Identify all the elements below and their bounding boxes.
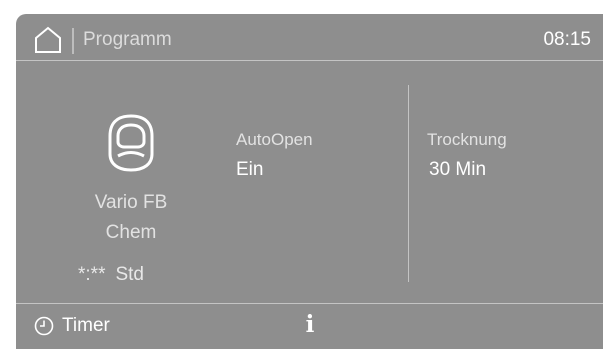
autoopen-value[interactable]: Ein: [236, 159, 263, 181]
mask-icon: [108, 114, 154, 172]
home-icon: [35, 26, 61, 53]
column-divider: [408, 85, 409, 282]
clock-icon: [34, 316, 54, 336]
program-name-line1: Vario FB: [94, 192, 168, 213]
drying-value[interactable]: 30 Min: [429, 159, 486, 181]
info-button[interactable]: i: [301, 312, 319, 338]
program-tile[interactable]: [106, 114, 156, 172]
clock-time: 08:15: [543, 29, 591, 50]
autoopen-label: AutoOpen: [236, 130, 313, 149]
drying-label: Trocknung: [427, 130, 507, 149]
program-duration: *:** Std: [78, 264, 144, 286]
timer-label: Timer: [62, 315, 110, 336]
footer-divider: [16, 303, 603, 304]
header-separator: [72, 28, 74, 54]
program-name-line2: Chem: [105, 222, 157, 243]
header-bar: Programm 08:15: [16, 14, 603, 60]
info-icon: i: [305, 311, 315, 338]
page-title: Programm: [83, 29, 172, 50]
display-screen: Programm 08:15 Vario FB Chem *:** Std Aut…: [16, 14, 603, 349]
duration-unit: Std: [115, 264, 144, 285]
timer-button[interactable]: Timer: [34, 314, 110, 338]
home-button[interactable]: [34, 26, 62, 54]
header-divider: [16, 60, 603, 61]
duration-value: *:**: [78, 264, 106, 285]
